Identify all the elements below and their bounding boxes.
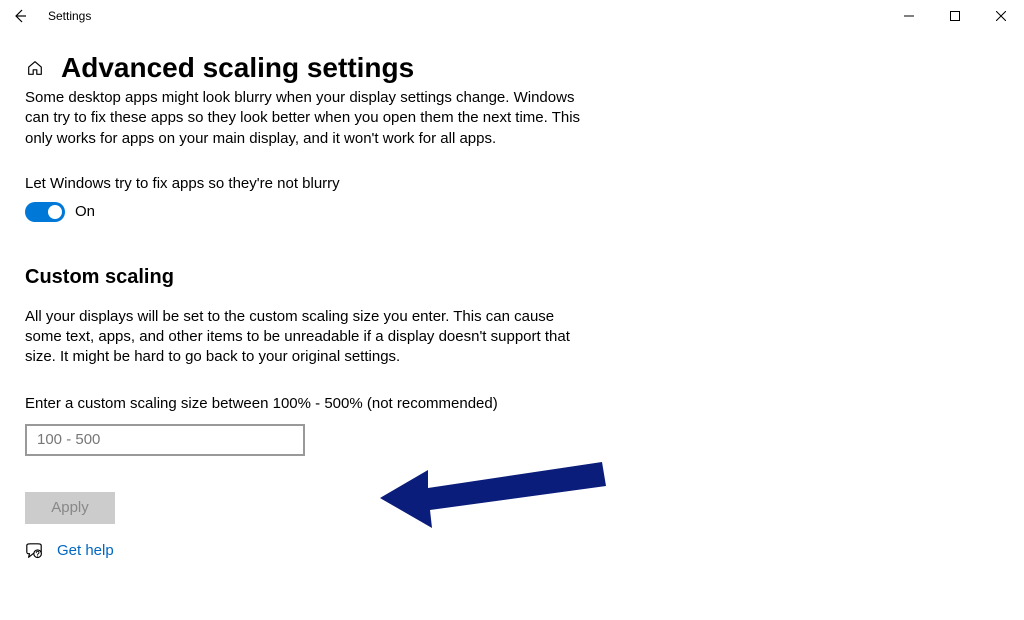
close-button[interactable] (978, 0, 1024, 32)
page-title: Advanced scaling settings (61, 52, 414, 84)
maximize-button[interactable] (932, 0, 978, 32)
custom-scaling-input[interactable] (25, 424, 305, 456)
fix-blurry-toggle-row: On (25, 202, 585, 222)
window-title: Settings (48, 9, 91, 23)
page-header: Advanced scaling settings (25, 52, 999, 84)
fix-blurry-toggle[interactable] (25, 202, 65, 222)
maximize-icon (950, 11, 960, 21)
content-area: Advanced scaling settings Some desktop a… (0, 52, 1024, 560)
close-icon (996, 11, 1006, 21)
get-help-link[interactable]: Get help (57, 542, 114, 559)
back-button[interactable] (12, 8, 28, 24)
toggle-knob (48, 205, 62, 219)
fix-blurry-description: Some desktop apps might look blurry when… (25, 88, 585, 149)
fix-blurry-section: Some desktop apps might look blurry when… (25, 88, 585, 222)
minimize-icon (904, 11, 914, 21)
custom-scaling-description: All your displays will be set to the cus… (25, 307, 585, 368)
fix-blurry-toggle-state: On (75, 203, 95, 220)
titlebar: Settings (0, 0, 1024, 32)
home-icon[interactable] (25, 58, 45, 78)
back-arrow-icon (12, 8, 28, 24)
custom-scaling-input-label: Enter a custom scaling size between 100%… (25, 394, 585, 414)
help-icon (25, 542, 43, 560)
help-row: Get help (25, 542, 999, 560)
minimize-button[interactable] (886, 0, 932, 32)
titlebar-left: Settings (12, 8, 91, 24)
custom-scaling-section: Custom scaling All your displays will be… (25, 266, 585, 524)
apply-button[interactable]: Apply (25, 492, 115, 524)
custom-scaling-heading: Custom scaling (25, 266, 585, 289)
fix-blurry-toggle-label: Let Windows try to fix apps so they're n… (25, 175, 585, 192)
window-controls (886, 0, 1024, 32)
